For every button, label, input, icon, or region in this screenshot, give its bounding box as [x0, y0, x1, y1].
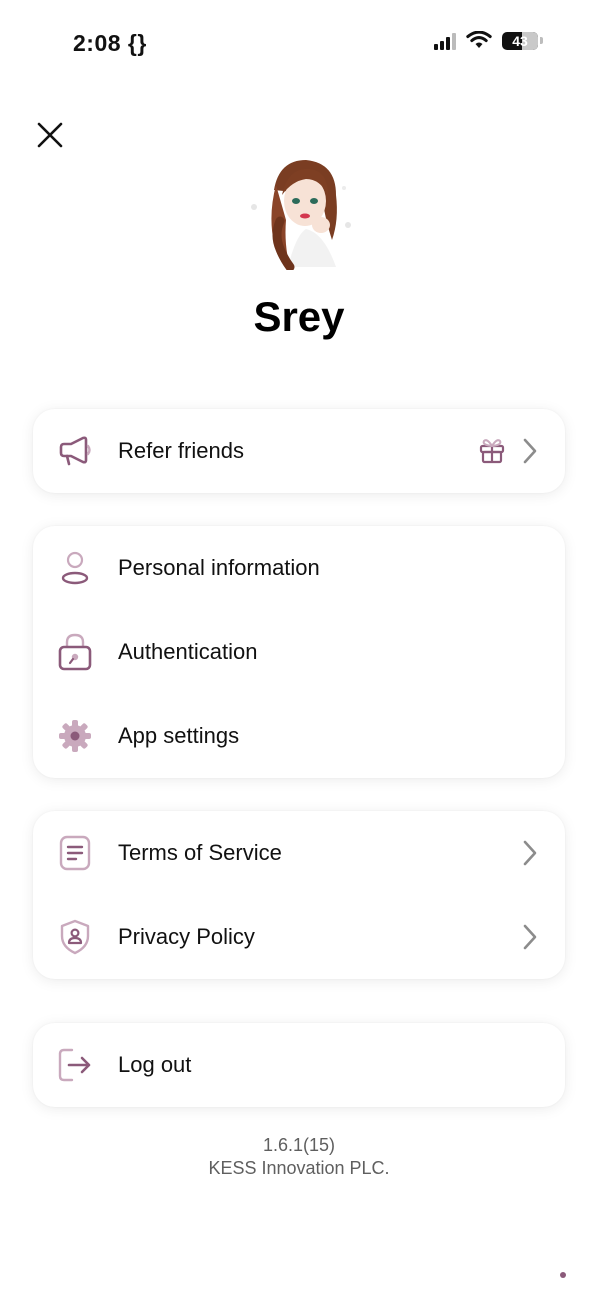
- status-time: 2:08 {}: [73, 30, 147, 56]
- person-icon: [55, 548, 95, 588]
- legal-card: Terms of Service Privacy Policy: [33, 811, 565, 979]
- status-icons: 43: [434, 31, 543, 50]
- battery-icon: 43: [502, 31, 538, 50]
- refer-card: Refer friends: [33, 409, 565, 493]
- personal-information-row[interactable]: Personal information: [33, 526, 565, 610]
- shield-icon: [55, 917, 95, 957]
- chevron-right-icon: [523, 840, 537, 866]
- log-out-label: Log out: [118, 1052, 192, 1077]
- logout-icon: [55, 1045, 95, 1085]
- app-version: 1.6.1(15): [262, 1135, 336, 1155]
- megaphone-icon: [55, 431, 95, 471]
- gift-icon: [479, 439, 505, 464]
- terms-of-service-row[interactable]: Terms of Service: [33, 811, 565, 895]
- signal-icon: [434, 32, 456, 50]
- chevron-right-icon: [523, 438, 537, 464]
- chevron-right-icon: [523, 924, 537, 950]
- gear-icon: [55, 716, 95, 756]
- battery-level: 43: [512, 32, 528, 49]
- status-bar: 2:08 {} 43: [0, 0, 598, 90]
- wifi-icon: [466, 31, 492, 48]
- authentication-label: Authentication: [118, 639, 258, 664]
- lock-icon: [55, 632, 95, 672]
- privacy-policy-label: Privacy Policy: [118, 924, 255, 949]
- app-settings-row[interactable]: App settings: [33, 694, 565, 778]
- logout-card: Log out: [33, 1023, 565, 1107]
- document-icon: [55, 833, 95, 873]
- indicator-dot: [560, 1272, 566, 1278]
- refer-friends-label: Refer friends: [118, 438, 244, 463]
- log-out-row[interactable]: Log out: [33, 1023, 565, 1107]
- user-name: Srey: [253, 293, 345, 340]
- company-name: KESS Innovation PLC.: [208, 1158, 390, 1178]
- account-card: Personal information Authentication App …: [33, 526, 565, 778]
- refer-friends-row[interactable]: Refer friends: [33, 409, 565, 493]
- personal-information-label: Personal information: [118, 555, 320, 580]
- authentication-row[interactable]: Authentication: [33, 610, 565, 694]
- app-settings-label: App settings: [118, 723, 240, 748]
- terms-of-service-label: Terms of Service: [118, 840, 282, 865]
- close-button[interactable]: [30, 115, 70, 155]
- avatar: [244, 155, 354, 272]
- close-icon: [37, 122, 63, 148]
- battery-cap: [540, 37, 543, 44]
- privacy-policy-row[interactable]: Privacy Policy: [33, 895, 565, 979]
